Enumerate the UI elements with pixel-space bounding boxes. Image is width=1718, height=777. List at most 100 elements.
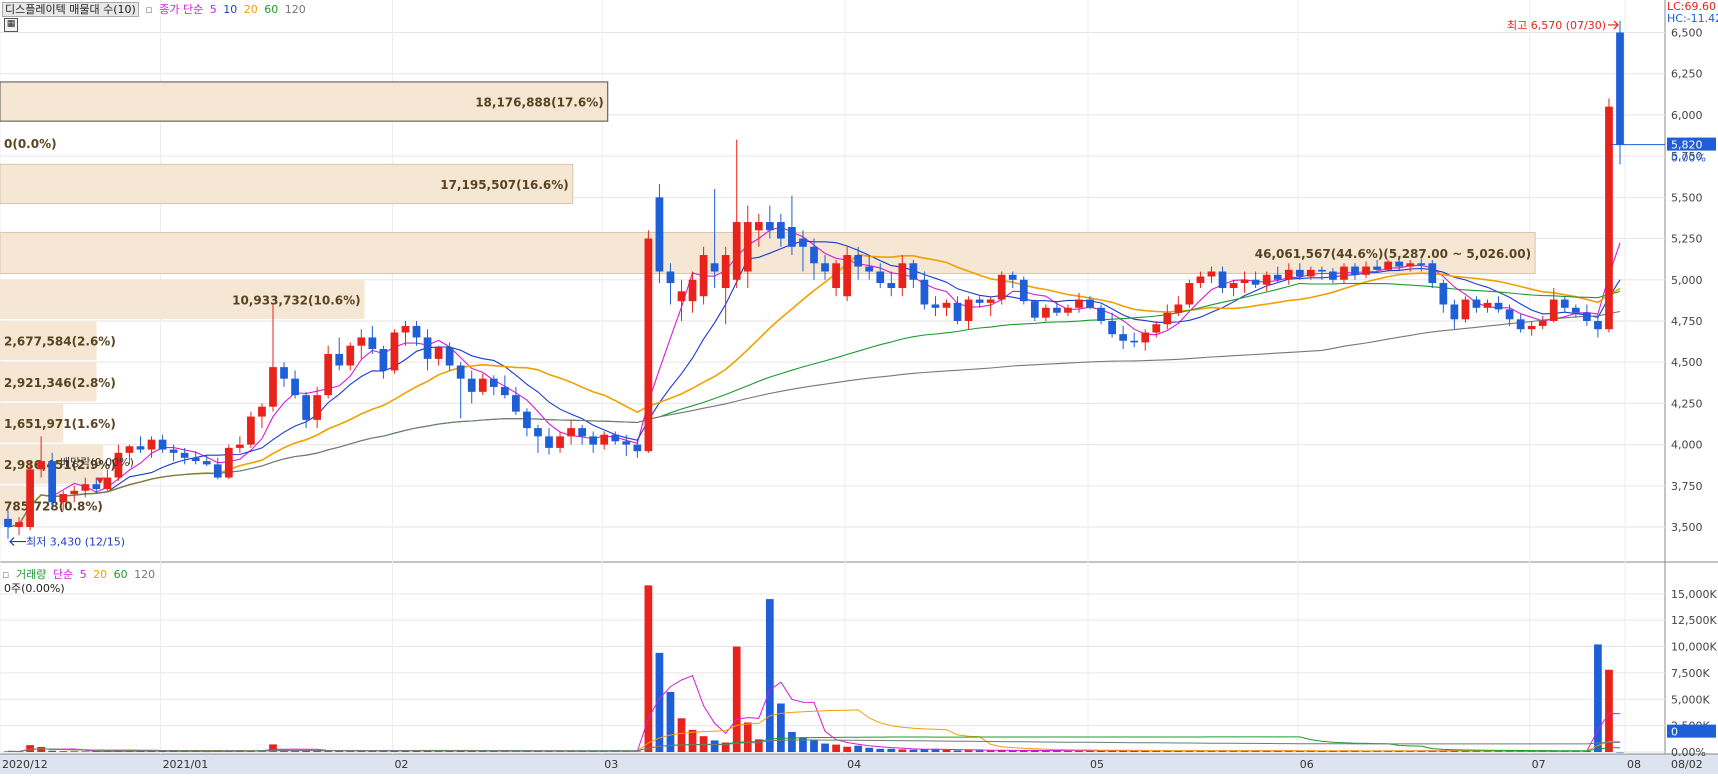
candle-body: [1340, 266, 1348, 280]
indicator-label[interactable]: 디스플레이텍 매물대 수(10): [2, 2, 139, 17]
candle-body: [534, 428, 542, 437]
candle-body: [1174, 304, 1183, 313]
price-legend: 디스플레이텍 매물대 수(10) ▫ 종가 단순 5 10 20 60 120: [2, 1, 309, 17]
candle-body: [512, 395, 520, 412]
volume-tick-label: 15,000K: [1671, 588, 1717, 601]
candle-body: [1064, 307, 1072, 313]
price-tick-label: 4,000: [1671, 439, 1703, 452]
candle-body: [125, 446, 134, 453]
grid-settings-icon[interactable]: ▦: [4, 18, 18, 32]
candle-body: [622, 441, 631, 445]
candle-body: [213, 464, 222, 478]
x-tick-label: 04: [847, 758, 861, 771]
candle-body: [721, 255, 730, 288]
candle-body: [688, 279, 697, 302]
ma-10-label[interactable]: 10: [223, 3, 237, 16]
candle-body: [1218, 271, 1227, 288]
candle-body: [26, 469, 34, 528]
volume-bar: [1605, 669, 1613, 752]
volume-profile-label: 2,677,584(2.6%): [4, 335, 116, 349]
candle-body: [1439, 283, 1448, 305]
volume-bar: [666, 691, 675, 752]
high-annotation: 최고 6,570 (07/30): [1507, 19, 1606, 32]
candle-body: [202, 461, 211, 465]
candle-body: [677, 291, 686, 302]
volume-bar: [942, 749, 951, 752]
vol-ma-120-label[interactable]: 120: [134, 568, 155, 581]
ma-title[interactable]: 종가 단순: [159, 3, 203, 16]
candle-body: [1406, 263, 1415, 267]
candle-body: [500, 386, 509, 396]
candle-body: [777, 222, 785, 239]
candle-body: [1516, 319, 1525, 330]
x-tick-label: 02: [394, 758, 408, 771]
chart-svg[interactable]: 6,5006,2506,0005,7505,5005,2505,0004,750…: [0, 0, 1718, 774]
candle-body: [1318, 269, 1326, 272]
candle-body: [1395, 261, 1404, 267]
volume-bar: [777, 703, 785, 752]
candle-body: [1141, 332, 1150, 343]
candle-body: [1019, 279, 1028, 302]
vol-ma-20-label[interactable]: 20: [93, 568, 107, 581]
candle-body: [1295, 269, 1304, 277]
candle-body: [357, 337, 366, 346]
candle-body: [390, 332, 399, 371]
candle-body: [1284, 269, 1293, 280]
candle-body: [1329, 271, 1337, 280]
candle-body: [821, 263, 829, 272]
candle-body: [81, 484, 90, 491]
candle-body: [423, 337, 432, 359]
candle-body: [280, 367, 288, 379]
candle-body: [1571, 307, 1580, 313]
volume-bar: [70, 751, 79, 752]
candle-body: [158, 439, 167, 450]
price-tick-label: 5,500: [1671, 191, 1703, 204]
price-tick-label: 5,250: [1671, 233, 1703, 246]
candle-body: [832, 263, 840, 288]
candle-body: [986, 299, 995, 303]
vol-ma-60-label[interactable]: 60: [114, 568, 128, 581]
x-tick-label: 05: [1090, 758, 1104, 771]
candle-body: [368, 337, 377, 349]
candle-body: [313, 395, 322, 420]
x-tick-label: 08: [1627, 758, 1641, 771]
candle-body: [1262, 274, 1271, 285]
volume-profile-label: 18,176,888(17.6%): [475, 96, 604, 110]
volume-bar: [843, 746, 851, 752]
candle-body: [1605, 106, 1613, 330]
volume-bar: [313, 750, 322, 752]
ma-120-label[interactable]: 120: [285, 3, 306, 16]
volume-bar: [876, 748, 885, 752]
candle-body: [1450, 304, 1459, 320]
candle-body: [1594, 320, 1602, 330]
candle-body: [92, 484, 101, 490]
volume-tick-label: 5,000K: [1671, 693, 1710, 706]
volume-bar: [832, 744, 840, 752]
candle-body: [975, 299, 984, 303]
candle-body: [898, 263, 907, 288]
ma-60-label[interactable]: 60: [264, 3, 278, 16]
candle-body: [136, 446, 145, 450]
price-tick-label: 4,500: [1671, 356, 1703, 369]
candle-body: [1108, 320, 1116, 335]
volume-bar: [810, 740, 818, 752]
candle-body: [710, 263, 719, 272]
price-tick-label: 3,500: [1671, 521, 1703, 534]
candle-body: [48, 461, 57, 503]
vol-ma-5-label[interactable]: 5: [80, 568, 87, 581]
stock-chart[interactable]: 6,500 6,250 6,000 5,750 5,500 5,250 5,000 4,750…: [0, 0, 1718, 774]
candle-body: [1119, 334, 1128, 341]
ma-5-label[interactable]: 5: [210, 3, 217, 16]
volume-current-tag: 0: [1671, 726, 1678, 739]
candle-body: [964, 299, 973, 321]
candle-body: [1163, 312, 1172, 325]
candle-body: [59, 494, 68, 503]
volume-bar: [887, 748, 896, 752]
candle-body: [611, 434, 620, 442]
candle-body: [909, 263, 918, 280]
candle-body: [1196, 276, 1205, 284]
x-tick-label: 2020/12: [2, 758, 48, 771]
volume-bar: [732, 646, 741, 752]
ma-20-label[interactable]: 20: [244, 3, 258, 16]
candle-body: [1527, 325, 1536, 330]
